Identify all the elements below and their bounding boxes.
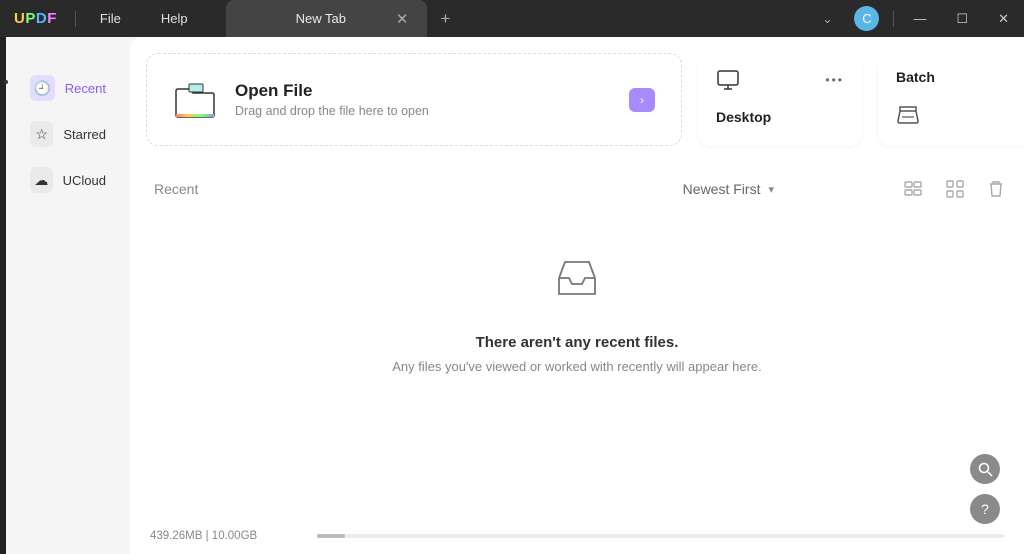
help-button[interactable]: ? (970, 494, 1000, 524)
batch-card-title: Batch (896, 69, 1006, 85)
menu-file[interactable]: File (80, 11, 141, 26)
open-file-arrow-button[interactable]: › (629, 88, 655, 112)
tab-new[interactable]: New Tab ✕ (226, 0, 427, 37)
empty-state: There aren't any recent files. Any files… (130, 208, 1024, 530)
monitor-icon (716, 69, 740, 91)
cloud-icon: ☁ (30, 167, 53, 193)
chevron-down-icon[interactable]: ⌄ (810, 12, 844, 26)
desktop-card-top: ••• (716, 69, 844, 91)
sidebar-item-label: UCloud (63, 173, 106, 188)
sidebar: 🕘 Recent ☆ Starred ☁ UCloud (6, 37, 130, 554)
titlebar-right: ⌄ C — ☐ ✕ (810, 6, 1024, 31)
new-tab-button[interactable]: + (441, 9, 451, 29)
view-icons (904, 180, 1004, 198)
app-logo: UPDF (0, 10, 71, 27)
sidebar-item-starred[interactable]: ☆ Starred (20, 113, 116, 155)
close-icon[interactable]: ✕ (396, 10, 409, 28)
star-icon: ☆ (30, 121, 53, 147)
batch-card[interactable]: Batch (878, 53, 1024, 146)
sidebar-item-recent[interactable]: 🕘 Recent (20, 67, 116, 109)
storage-fill (317, 534, 344, 538)
storage-text: 439.26MB | 10.00GB (150, 530, 257, 542)
more-icon[interactable]: ••• (825, 73, 844, 87)
open-file-title: Open File (235, 81, 429, 101)
cards-row: Open File Drag and drop the file here to… (130, 37, 1024, 146)
grid-view-icon[interactable] (946, 180, 964, 198)
open-file-subtitle: Drag and drop the file here to open (235, 104, 429, 118)
titlebar: UPDF File Help New Tab ✕ + ⌄ C — ☐ ✕ (0, 0, 1024, 37)
sidebar-item-label: Starred (63, 127, 106, 142)
empty-subtitle: Any files you've viewed or worked with r… (392, 359, 762, 374)
avatar[interactable]: C (854, 6, 879, 31)
sidebar-item-ucloud[interactable]: ☁ UCloud (20, 159, 116, 201)
clock-icon: 🕘 (30, 75, 55, 101)
scanner-icon (896, 103, 920, 125)
separator (75, 11, 76, 27)
maximize-button[interactable]: ☐ (941, 11, 983, 27)
desktop-card-title: Desktop (716, 109, 844, 125)
search-button[interactable] (970, 454, 1000, 484)
open-file-card[interactable]: Open File Drag and drop the file here to… (146, 53, 682, 146)
desktop-card[interactable]: ••• Desktop (698, 53, 862, 146)
storage-bar: 439.26MB | 10.00GB (130, 530, 1024, 554)
folder-icon (173, 81, 217, 119)
empty-title: There aren't any recent files. (476, 334, 679, 351)
list-view-icon[interactable] (904, 180, 922, 198)
storage-track[interactable] (317, 534, 1004, 538)
tab-title: New Tab (296, 11, 346, 26)
workspace: 🕘 Recent ☆ Starred ☁ UCloud Open File (6, 37, 1024, 554)
recent-section-title: Recent (154, 181, 198, 197)
search-icon (978, 462, 993, 477)
active-indicator-dot (4, 80, 8, 84)
recent-header: Recent Newest First (130, 146, 1024, 208)
minimize-button[interactable]: — (898, 11, 941, 26)
open-file-text: Open File Drag and drop the file here to… (235, 81, 429, 118)
close-button[interactable]: ✕ (983, 11, 1024, 27)
separator (893, 11, 894, 27)
trash-icon[interactable] (988, 180, 1004, 198)
sort-dropdown[interactable]: Newest First (683, 181, 774, 197)
menu-help[interactable]: Help (141, 11, 208, 26)
sidebar-item-label: Recent (65, 81, 106, 96)
inbox-icon (555, 256, 599, 298)
main-content: Open File Drag and drop the file here to… (130, 37, 1024, 554)
